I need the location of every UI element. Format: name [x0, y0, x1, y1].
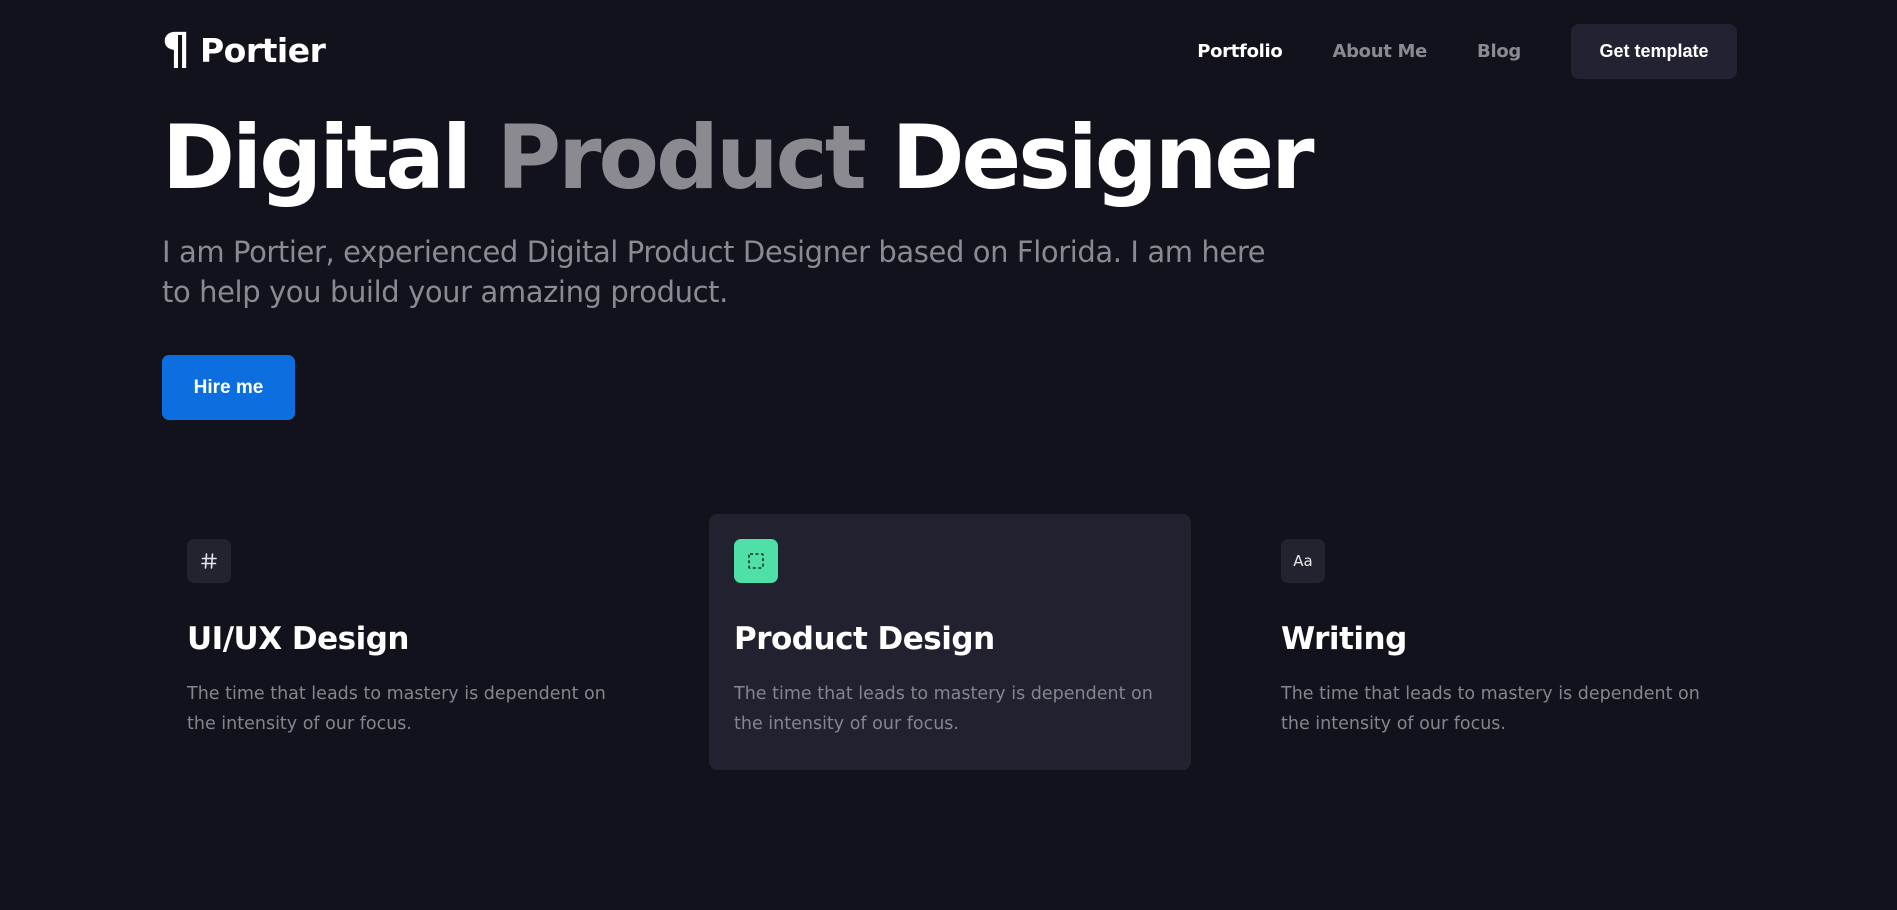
hero-subtitle: I am Portier, experienced Digital Produc… [162, 235, 1266, 309]
main-nav: Portfolio About Me Blog Get template [1197, 24, 1737, 79]
service-description: The time that leads to mastery is depend… [1281, 684, 1700, 734]
typography-icon: Aa [1281, 539, 1325, 583]
nav-link-about-me[interactable]: About Me [1332, 41, 1427, 62]
pilcrow-logo-icon: ¶ [162, 24, 190, 75]
service-card-product-design[interactable]: Product Design The time that leads to ma… [709, 514, 1191, 770]
service-description: The time that leads to mastery is depend… [734, 684, 1153, 734]
service-card-writing[interactable]: Aa Writing The time that leads to master… [1256, 514, 1738, 770]
typography-icon-glyph: Aa [1293, 552, 1313, 570]
service-card-ui-ux[interactable]: UI/UX Design The time that leads to mast… [162, 514, 644, 770]
hire-me-button[interactable]: Hire me [162, 355, 295, 420]
site-header: ¶ Portier Portfolio About Me Blog Get te… [162, 24, 1737, 79]
service-title: Writing [1281, 621, 1407, 657]
hero-title: Digital Product Designer [162, 103, 1315, 213]
hash-icon [187, 539, 231, 583]
nav-link-blog[interactable]: Blog [1477, 41, 1521, 62]
nav-link-portfolio[interactable]: Portfolio [1197, 41, 1283, 62]
service-title: Product Design [734, 621, 995, 657]
logo[interactable]: ¶ Portier [162, 24, 326, 75]
hero-title-part-3: Designer [891, 106, 1315, 209]
service-title: UI/UX Design [187, 621, 410, 657]
page: ¶ Portier Portfolio About Me Blog Get te… [0, 0, 1897, 910]
service-description: The time that leads to mastery is depend… [187, 684, 606, 734]
logo-text: Portier [200, 30, 326, 70]
get-template-button[interactable]: Get template [1571, 24, 1737, 79]
hero-title-part-1: Digital [162, 106, 472, 209]
hero-title-part-2: Product [496, 106, 867, 209]
selection-icon [734, 539, 778, 583]
